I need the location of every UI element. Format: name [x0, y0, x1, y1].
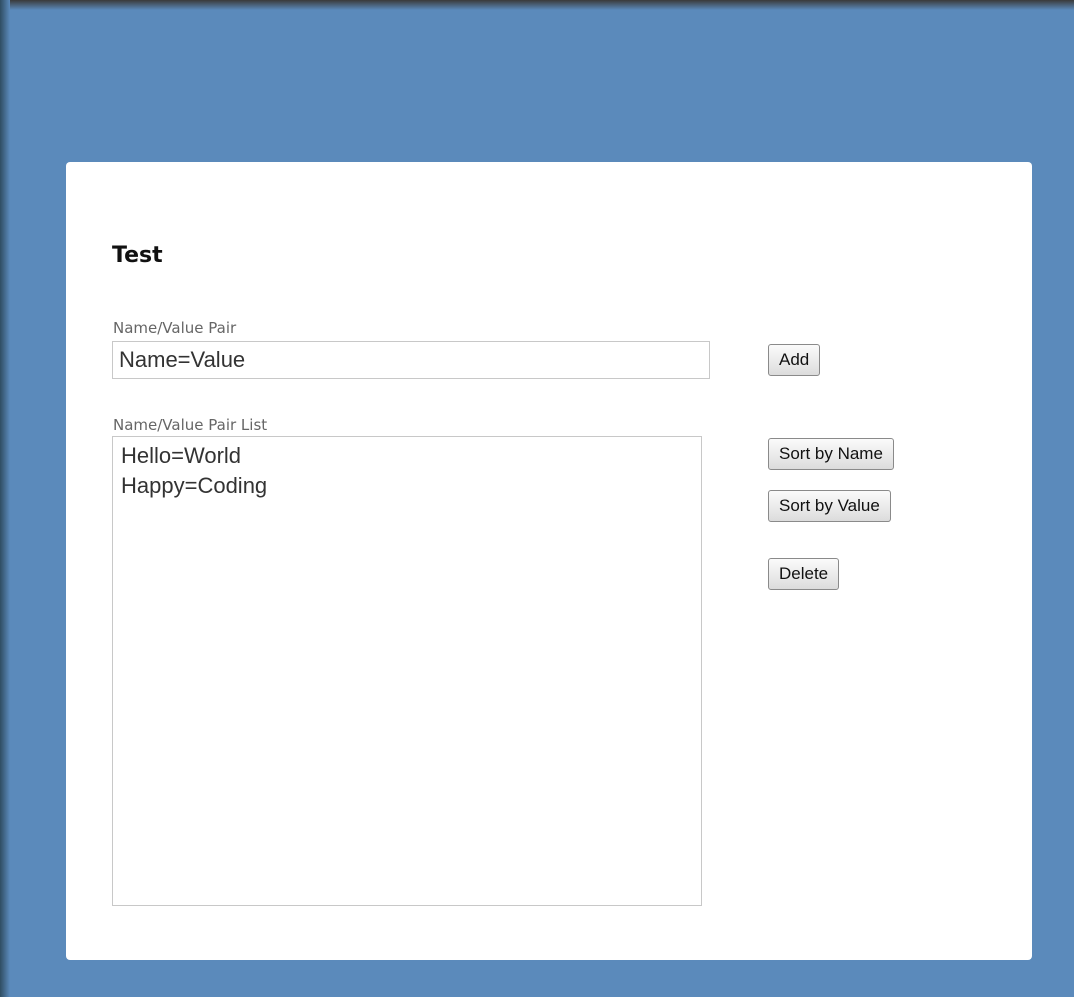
list-item[interactable]: Happy=Coding [121, 471, 693, 501]
delete-button[interactable]: Delete [768, 558, 840, 590]
main-card: Test Name/Value Pair Name/Value Pair Lis… [66, 162, 1032, 960]
sort-by-name-button[interactable]: Sort by Name [768, 438, 894, 470]
name-value-input[interactable] [112, 341, 710, 379]
name-value-list[interactable]: Hello=World Happy=Coding [112, 436, 702, 906]
pair-list-label: Name/Value Pair List [113, 416, 268, 434]
list-item[interactable]: Hello=World [121, 441, 693, 471]
page-title: Test [112, 243, 163, 268]
window-left-edge [0, 0, 10, 997]
pair-label: Name/Value Pair [113, 319, 237, 337]
sort-by-value-button[interactable]: Sort by Value [768, 490, 891, 522]
add-button[interactable]: Add [768, 344, 821, 376]
window-top-edge [0, 0, 1074, 10]
